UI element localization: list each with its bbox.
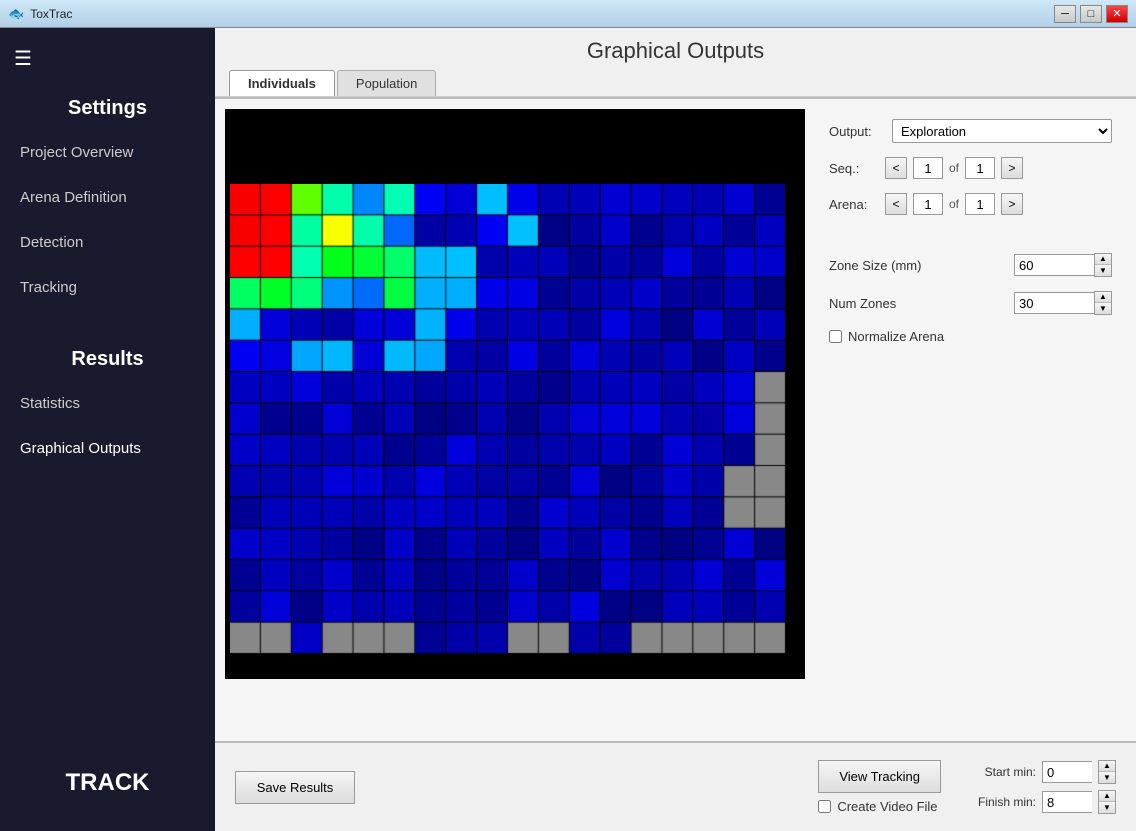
zone-size-row: Zone Size (mm) ▲ ▼: [829, 253, 1112, 277]
num-zones-up[interactable]: ▲: [1095, 292, 1111, 303]
tabs-bar: Individuals Population: [215, 70, 1136, 96]
start-min-row: Start min: ▲ ▼: [971, 760, 1116, 784]
finish-label: Finish min:: [971, 795, 1036, 809]
sidebar-item-tracking[interactable]: Tracking: [0, 265, 215, 310]
sidebar: ☰ Settings Project Overview Arena Defini…: [0, 28, 215, 831]
restore-button[interactable]: □: [1080, 5, 1102, 23]
sidebar-item-statistics[interactable]: Statistics: [0, 381, 215, 426]
viz-area: // Generate heatmap grid Output: Explora…: [215, 99, 1136, 741]
sidebar-item-graphical-outputs[interactable]: Graphical Outputs: [0, 426, 215, 471]
app-icon: 🐟: [8, 6, 24, 22]
tab-individuals[interactable]: Individuals: [229, 70, 335, 96]
bottom-controls-row: View Tracking Create Video File Start mi…: [818, 760, 1116, 814]
create-video-checkbox[interactable]: [818, 800, 831, 813]
main-content: Graphical Outputs Individuals Population…: [215, 28, 1136, 831]
finish-spinner-btns: ▲ ▼: [1098, 790, 1116, 814]
arena-current: 1: [913, 193, 943, 215]
results-section-title: Results: [0, 330, 215, 381]
seq-prev-button[interactable]: <: [885, 157, 907, 179]
time-controls: Start min: ▲ ▼ Finish min: ▲: [971, 760, 1116, 814]
finish-min-row: Finish min: ▲ ▼: [971, 790, 1116, 814]
zone-size-input[interactable]: [1014, 254, 1094, 276]
zone-size-up[interactable]: ▲: [1095, 254, 1111, 265]
normalize-row: Normalize Arena: [829, 329, 1112, 344]
zone-size-down[interactable]: ▼: [1095, 265, 1111, 276]
heatmap-container: // Generate heatmap grid: [225, 109, 805, 679]
seq-label: Seq.:: [829, 161, 879, 176]
output-row: Output: Exploration Distance Velocity Ti…: [829, 119, 1112, 143]
main-header: Graphical Outputs Individuals Population: [215, 28, 1136, 97]
finish-down[interactable]: ▼: [1099, 802, 1115, 813]
output-label: Output:: [829, 124, 884, 139]
start-min-input[interactable]: [1042, 761, 1092, 783]
sidebar-divider: [0, 310, 215, 330]
tab-population[interactable]: Population: [337, 70, 436, 96]
hamburger-menu[interactable]: ☰: [0, 38, 46, 79]
zone-size-spinner-btns: ▲ ▼: [1094, 253, 1112, 277]
start-spinner-btns: ▲ ▼: [1098, 760, 1116, 784]
finish-min-input[interactable]: [1042, 791, 1092, 813]
num-zones-input[interactable]: [1014, 292, 1094, 314]
view-tracking-button[interactable]: View Tracking: [818, 760, 941, 793]
normalize-checkbox[interactable]: [829, 330, 842, 343]
finish-up[interactable]: ▲: [1099, 791, 1115, 802]
arena-next-button[interactable]: >: [1001, 193, 1023, 215]
sidebar-item-project-overview[interactable]: Project Overview: [0, 130, 215, 175]
num-zones-spinner: ▲ ▼: [1014, 291, 1112, 315]
start-label: Start min:: [971, 765, 1036, 779]
save-results-button[interactable]: Save Results: [235, 771, 355, 804]
bottom-bar: Save Results View Tracking Create Video …: [215, 741, 1136, 831]
controls-panel: Output: Exploration Distance Velocity Ti…: [815, 109, 1126, 731]
start-up[interactable]: ▲: [1099, 761, 1115, 772]
num-zones-label: Num Zones: [829, 296, 896, 311]
sidebar-item-arena-definition[interactable]: Arena Definition: [0, 175, 215, 220]
create-video-label: Create Video File: [837, 799, 937, 814]
zone-size-spinner: ▲ ▼: [1014, 253, 1112, 277]
num-zones-down[interactable]: ▼: [1095, 303, 1111, 314]
arena-prev-button[interactable]: <: [885, 193, 907, 215]
settings-section-title: Settings: [0, 79, 215, 130]
create-video-row: Create Video File: [818, 799, 937, 814]
seq-of: of: [949, 161, 959, 175]
seq-total: 1: [965, 157, 995, 179]
page-title: Graphical Outputs: [215, 38, 1136, 70]
content-panel: // Generate heatmap grid Output: Explora…: [215, 97, 1136, 831]
num-zones-row: Num Zones ▲ ▼: [829, 291, 1112, 315]
minimize-button[interactable]: ─: [1054, 5, 1076, 23]
arena-total: 1: [965, 193, 995, 215]
start-down[interactable]: ▼: [1099, 772, 1115, 783]
zone-size-label: Zone Size (mm): [829, 258, 921, 273]
output-select[interactable]: Exploration Distance Velocity Time in Zo…: [892, 119, 1112, 143]
window-controls: ─ □ ✕: [1054, 5, 1128, 23]
track-button[interactable]: TRACK: [20, 755, 195, 811]
arena-of: of: [949, 197, 959, 211]
close-button[interactable]: ✕: [1106, 5, 1128, 23]
normalize-label: Normalize Arena: [848, 329, 944, 344]
arena-row: Arena: < 1 of 1 >: [829, 193, 1112, 215]
app-title: ToxTrac: [30, 7, 1054, 21]
seq-row: Seq.: < 1 of 1 >: [829, 157, 1112, 179]
titlebar: 🐟 ToxTrac ─ □ ✕: [0, 0, 1136, 28]
seq-next-button[interactable]: >: [1001, 157, 1023, 179]
app-body: ☰ Settings Project Overview Arena Defini…: [0, 28, 1136, 831]
seq-current: 1: [913, 157, 943, 179]
num-zones-spinner-btns: ▲ ▼: [1094, 291, 1112, 315]
sidebar-item-detection[interactable]: Detection: [0, 220, 215, 265]
arena-label: Arena:: [829, 197, 879, 212]
